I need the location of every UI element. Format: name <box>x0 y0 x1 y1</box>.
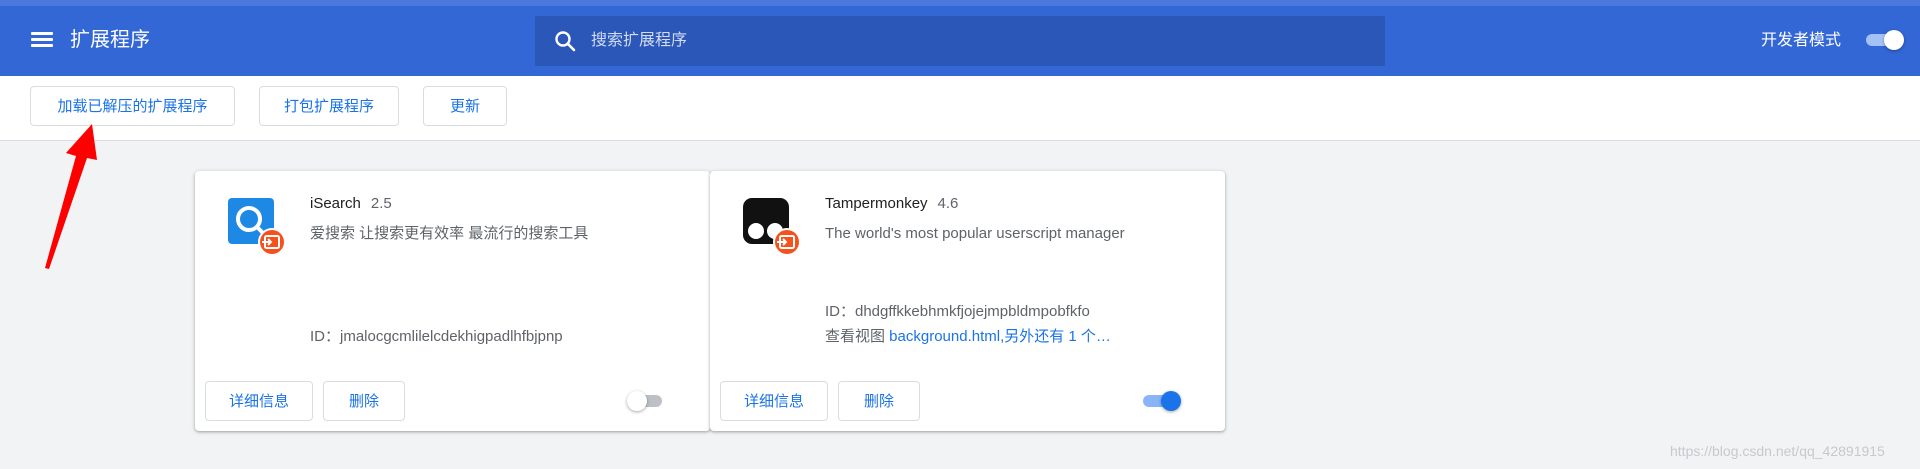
search-icon <box>555 31 576 52</box>
extension-name: Tampermonkey 4.6 <box>825 195 959 212</box>
extension-enable-toggle[interactable] <box>627 391 664 411</box>
extension-card-isearch: iSearch 2.5 爱搜索 让搜索更有效率 最流行的搜索工具 ID：jmalo… <box>195 171 710 431</box>
details-button[interactable]: 详细信息 <box>720 381 828 421</box>
extension-id: ID：dhdgffkkebhmkfjojejmpbldmpobfkfo <box>825 303 1090 320</box>
inspect-views: 查看视图 background.html,另外还有 1 个… <box>825 327 1111 347</box>
background-page-link[interactable]: background.html,另外还有 1 个… <box>889 328 1111 345</box>
extension-version: 4.6 <box>937 195 959 212</box>
developer-mode-toggle[interactable] <box>1866 30 1904 50</box>
extension-id: ID：jmalocgcmlilelcdekhigpadlhfbjpnp <box>310 328 563 345</box>
extension-description: The world's most popular userscript mana… <box>825 225 1125 242</box>
search-input[interactable] <box>591 16 1371 66</box>
search-box[interactable] <box>535 16 1385 66</box>
extension-description: 爱搜索 让搜索更有效率 最流行的搜索工具 <box>310 225 589 242</box>
update-button[interactable]: 更新 <box>423 86 507 126</box>
extension-enable-toggle[interactable] <box>1143 391 1181 411</box>
extension-name: iSearch 2.5 <box>310 195 392 212</box>
header-bar: 扩展程序 开发者模式 <box>0 0 1920 76</box>
extension-card-tampermonkey: Tampermonkey 4.6 The world's most popular… <box>710 171 1225 431</box>
details-button[interactable]: 详细信息 <box>205 381 313 421</box>
remove-button[interactable]: 删除 <box>323 381 405 421</box>
developer-mode-label: 开发者模式 <box>1761 32 1842 49</box>
load-unpacked-button[interactable]: 加载已解压的扩展程序 <box>30 86 235 126</box>
inspect-views-label: 查看视图 <box>825 328 890 345</box>
hamburger-menu-icon[interactable] <box>31 32 53 48</box>
toolbar: 加载已解压的扩展程序 打包扩展程序 更新 <box>0 76 1920 141</box>
extension-version: 2.5 <box>370 195 392 212</box>
tampermonkey-extension-icon <box>743 198 801 256</box>
page-title: 扩展程序 <box>70 29 150 51</box>
isearch-extension-icon <box>228 198 286 256</box>
watermark: https://blog.csdn.net/qq_42891915 <box>1670 443 1885 459</box>
header-top-stripe <box>0 0 1920 6</box>
pack-extension-button[interactable]: 打包扩展程序 <box>259 86 399 126</box>
remove-button[interactable]: 删除 <box>838 381 920 421</box>
